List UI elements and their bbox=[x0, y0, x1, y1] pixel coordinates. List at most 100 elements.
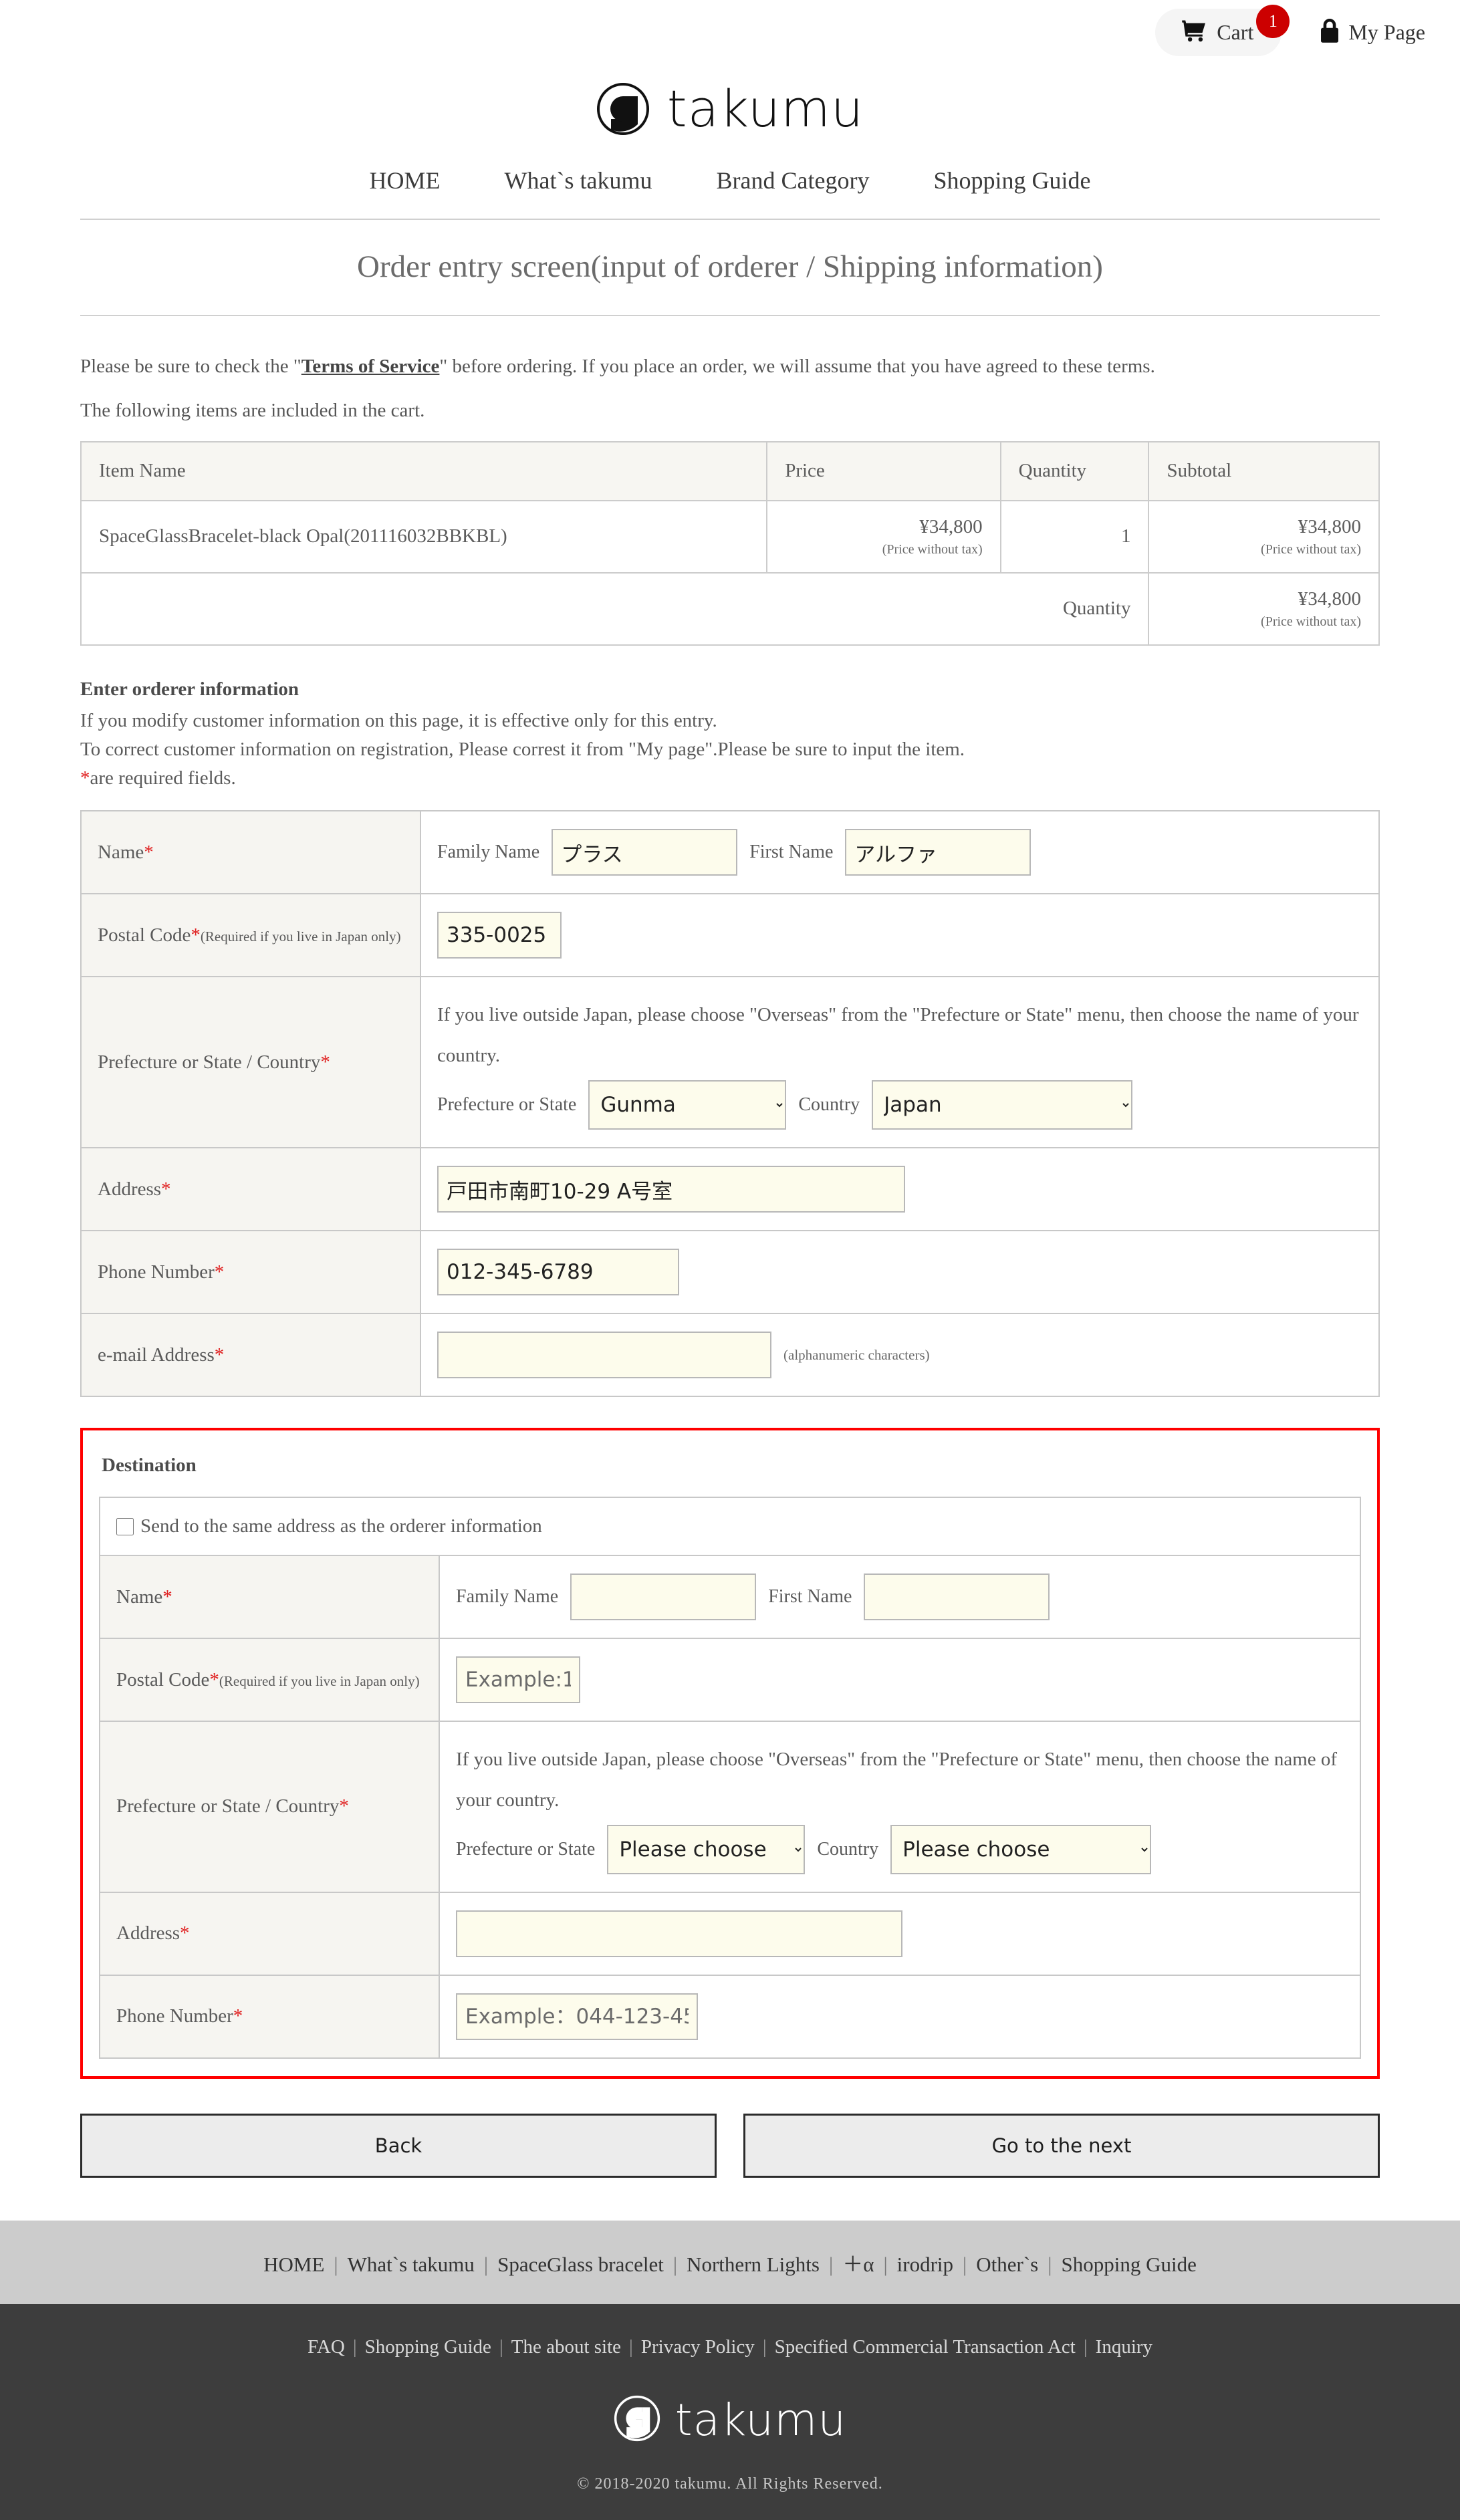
footer-nav-plus-alpha[interactable]: ＋α bbox=[842, 2253, 874, 2276]
nav-item-brand-category[interactable]: Brand Category bbox=[717, 166, 870, 195]
cart-icon bbox=[1181, 19, 1207, 45]
cart-items-table: Item Name Price Quantity Subtotal SpaceG… bbox=[80, 440, 1380, 646]
orderer-email-value: (alphanumeric characters) bbox=[420, 1313, 1380, 1398]
same-address-checkbox[interactable] bbox=[116, 1517, 134, 1535]
destination-postal-input[interactable] bbox=[456, 1656, 580, 1704]
nav-item-whats-takumu[interactable]: What`s takumu bbox=[505, 166, 652, 195]
destination-address-input[interactable] bbox=[456, 1910, 902, 1957]
required-star: * bbox=[161, 1178, 171, 1200]
terms-paragraph: Please be sure to check the "Terms of Se… bbox=[80, 354, 1380, 380]
footer-logo[interactable]: takumu bbox=[0, 2394, 1460, 2446]
footer-link-privacy-policy[interactable]: Privacy Policy bbox=[641, 2336, 755, 2358]
orderer-line-1: If you modify customer information on th… bbox=[80, 709, 717, 731]
separator: | bbox=[1048, 2252, 1052, 2276]
site-logo[interactable]: takumu bbox=[0, 64, 1460, 145]
separator: | bbox=[334, 2252, 338, 2276]
orderer-address-input[interactable] bbox=[437, 1166, 905, 1213]
footer-link-about-site[interactable]: The about site bbox=[511, 2336, 621, 2358]
terms-suffix: " before ordering. If you place an order… bbox=[439, 356, 1155, 378]
destination-phone-value bbox=[439, 1974, 1361, 2059]
nav-item-home[interactable]: HOME bbox=[370, 166, 441, 195]
orderer-phone-input[interactable] bbox=[437, 1249, 679, 1296]
required-star: * bbox=[144, 841, 154, 863]
required-star: * bbox=[191, 924, 201, 946]
separator: | bbox=[1083, 2336, 1088, 2358]
footer-link-faq[interactable]: FAQ bbox=[308, 2336, 345, 2358]
price-tax-note: (Price without tax) bbox=[882, 541, 983, 557]
footer-nav-home[interactable]: HOME bbox=[263, 2253, 324, 2276]
form-actions: Back Go to the next bbox=[80, 2113, 1380, 2178]
footer-nav-northern-lights[interactable]: Northern Lights bbox=[687, 2253, 820, 2276]
destination-first-name-input[interactable] bbox=[864, 1573, 1050, 1621]
terms-prefix: Please be sure to check the " bbox=[80, 356, 301, 378]
orderer-form-table: Name* Family Name First Name Postal Code… bbox=[80, 810, 1380, 1398]
orderer-address-value bbox=[420, 1147, 1380, 1232]
price-value: ¥34,800 bbox=[919, 515, 983, 537]
back-button[interactable]: Back bbox=[80, 2113, 717, 2178]
footer-link-inquiry[interactable]: Inquiry bbox=[1096, 2336, 1152, 2358]
destination-phone-input[interactable] bbox=[456, 1993, 698, 2040]
orderer-country-select[interactable]: Japan bbox=[872, 1080, 1133, 1130]
cart-table-header-row: Item Name Price Quantity Subtotal bbox=[80, 440, 1380, 501]
required-star: * bbox=[180, 1922, 190, 1944]
orderer-row-postal: Postal Code*(Required if you live in Jap… bbox=[80, 893, 1380, 978]
footer-nav-irodrip[interactable]: irodrip bbox=[897, 2253, 953, 2276]
footer-link-shopping-guide[interactable]: Shopping Guide bbox=[365, 2336, 491, 2358]
orderer-overseas-note: If you live outside Japan, please choose… bbox=[437, 1004, 1359, 1067]
page-title: Order entry screen(input of orderer / Sh… bbox=[80, 219, 1380, 317]
separator: | bbox=[483, 2252, 489, 2276]
cart-note: The following items are included in the … bbox=[80, 399, 425, 421]
required-star: * bbox=[80, 767, 90, 789]
required-star: * bbox=[233, 2005, 243, 2027]
cart-button[interactable]: Cart 1 bbox=[1155, 4, 1290, 56]
total-label: Quantity bbox=[80, 572, 1150, 646]
main-navigation: HOME What`s takumu Brand Category Shoppi… bbox=[0, 145, 1460, 219]
cart-count-badge: 1 bbox=[1256, 4, 1290, 38]
footer-nav-spaceglass-bracelet[interactable]: SpaceGlass bracelet bbox=[497, 2253, 664, 2276]
subtotal-value: ¥34,800 bbox=[1298, 515, 1361, 537]
destination-first-name-label: First Name bbox=[768, 1586, 852, 1608]
orderer-email-input[interactable] bbox=[437, 1332, 771, 1379]
footer-nav-whats-takumu[interactable]: What`s takumu bbox=[348, 2253, 475, 2276]
separator: | bbox=[828, 2252, 834, 2276]
orderer-prefecture-select[interactable]: Gunma bbox=[588, 1080, 787, 1130]
footer-link-commercial-transaction-act[interactable]: Specified Commercial Transaction Act bbox=[775, 2336, 1076, 2358]
destination-section: Destination Send to the same address as … bbox=[80, 1428, 1380, 2079]
required-star: * bbox=[214, 1344, 225, 1366]
orderer-first-name-input[interactable] bbox=[845, 829, 1031, 876]
same-address-checkbox-row[interactable]: Send to the same address as the orderer … bbox=[116, 1515, 1344, 1537]
destination-row-postal: Postal Code*(Required if you live in Jap… bbox=[99, 1638, 1361, 1723]
orderer-section-heading: Enter orderer information If you modify … bbox=[80, 676, 1380, 792]
orderer-postal-value bbox=[420, 893, 1380, 978]
footer-nav-shopping-guide[interactable]: Shopping Guide bbox=[1061, 2253, 1196, 2276]
destination-row-same-address: Send to the same address as the orderer … bbox=[99, 1497, 1361, 1557]
destination-prefecture-select[interactable]: Please choose bbox=[607, 1824, 806, 1874]
destination-row-name: Name* Family Name First Name bbox=[99, 1555, 1361, 1640]
col-quantity: Quantity bbox=[999, 440, 1150, 501]
destination-family-name-input[interactable] bbox=[570, 1573, 757, 1621]
orderer-prefecture-country-label: Prefecture or State / Country* bbox=[80, 976, 421, 1149]
orderer-postal-input[interactable] bbox=[437, 912, 562, 959]
my-page-button[interactable]: My Page bbox=[1319, 18, 1425, 47]
cell-price: ¥34,800 (Price without tax) bbox=[766, 499, 1001, 574]
orderer-prefecture-country-label-text: Prefecture or State / Country bbox=[98, 1051, 321, 1073]
required-star: * bbox=[214, 1261, 225, 1283]
destination-country-select[interactable]: Please choose bbox=[890, 1824, 1152, 1874]
footer-nav-others[interactable]: Other`s bbox=[976, 2253, 1038, 2276]
destination-overseas-note: If you live outside Japan, please choose… bbox=[456, 1749, 1338, 1811]
footer-logo-wordmark: takumu bbox=[675, 2394, 847, 2446]
top-utility-bar: Cart 1 My Page bbox=[0, 0, 1460, 64]
orderer-row-phone: Phone Number* bbox=[80, 1230, 1380, 1315]
lock-icon bbox=[1319, 18, 1340, 47]
footer-dark: FAQ | Shopping Guide | The about site | Privac… bbox=[0, 2303, 1460, 2520]
destination-phone-label-text: Phone Number bbox=[116, 2005, 233, 2027]
nav-item-shopping-guide[interactable]: Shopping Guide bbox=[933, 166, 1090, 195]
terms-of-service-link[interactable]: Terms of Service bbox=[301, 356, 440, 377]
orderer-country-label: Country bbox=[798, 1094, 860, 1116]
required-star: * bbox=[339, 1795, 349, 1817]
total-value: ¥34,800 bbox=[1298, 588, 1361, 610]
orderer-family-name-input[interactable] bbox=[552, 829, 738, 876]
destination-address-label: Address* bbox=[99, 1891, 440, 1976]
go-to-next-button[interactable]: Go to the next bbox=[743, 2113, 1380, 2178]
separator: | bbox=[963, 2252, 967, 2276]
